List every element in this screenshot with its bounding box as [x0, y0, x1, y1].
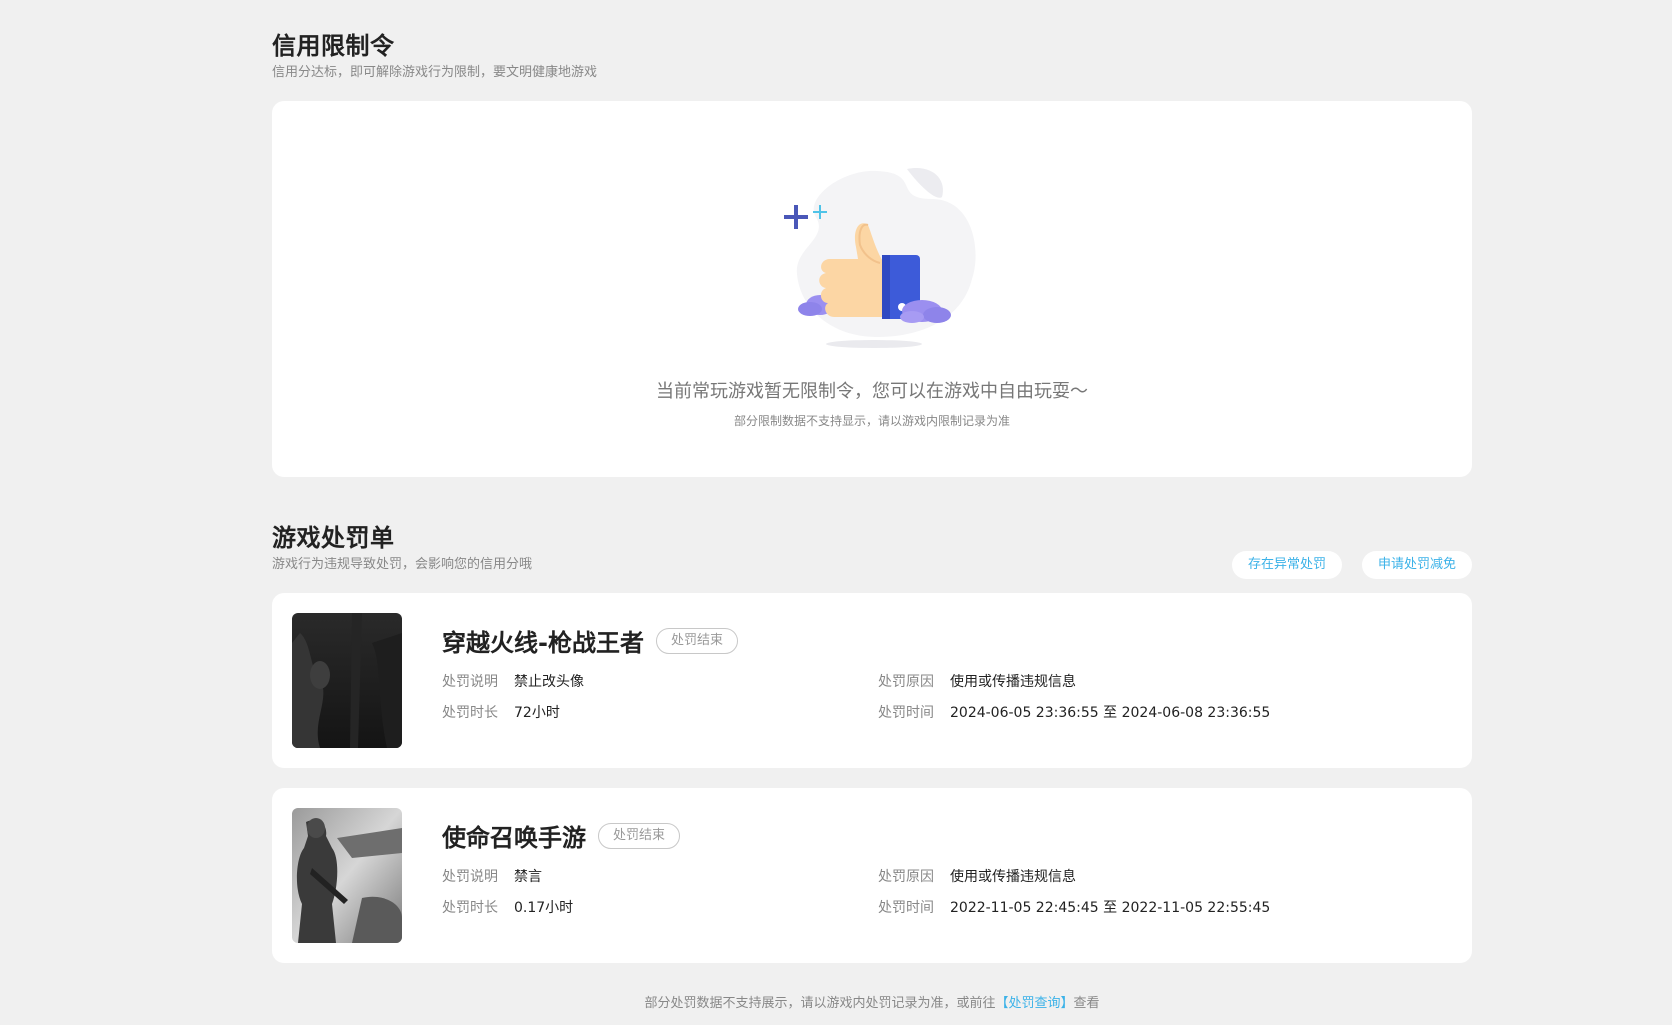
penalty-reason-row: 处罚原因 使用或传播违规信息	[878, 672, 1076, 692]
penalty-card[interactable]: 使命召唤手游 处罚结束 处罚说明 禁言 处罚时长 0.17小时 处罚原因 使用或传播违规…	[272, 788, 1472, 963]
empty-state-note: 部分限制数据不支持显示，请以游戏内限制记录为准	[733, 414, 1010, 428]
penalty-time-row: 处罚时间 2022-11-05 22:45:45 至 2022-11-05 22:…	[878, 898, 1270, 918]
penalty-duration-label: 处罚时长	[442, 900, 498, 916]
penalty-reason-value: 使用或传播违规信息	[950, 869, 1076, 885]
penalty-reason-value: 使用或传播违规信息	[950, 674, 1076, 690]
game-name-row: 穿越火线-枪战王者 处罚结束	[442, 627, 738, 659]
credit-limit-title: 信用限制令	[272, 32, 395, 60]
penalty-time-label: 处罚时间	[878, 705, 934, 721]
penalty-desc-label: 处罚说明	[442, 869, 498, 885]
status-badge: 处罚结束	[598, 823, 681, 849]
penalty-duration-row: 处罚时长 0.17小时	[442, 898, 573, 918]
game-name-row: 使命召唤手游 处罚结束	[442, 822, 681, 854]
penalty-time-end: 2024-06-08 23:36:55	[1121, 705, 1271, 721]
game-thumbnail	[292, 808, 402, 943]
penalty-desc-value: 禁止改头像	[514, 674, 584, 690]
abnormal-penalty-button[interactable]: 存在异常处罚	[1232, 551, 1342, 579]
penalty-duration-value: 72小时	[514, 705, 560, 721]
game-name: 穿越火线-枪战王者	[442, 629, 644, 657]
penalty-desc-label: 处罚说明	[442, 674, 498, 690]
penalty-duration-label: 处罚时长	[442, 705, 498, 721]
footer-text-before: 部分处罚数据不支持展示，请以游戏内处罚记录为准，或前往	[644, 996, 996, 1011]
credit-limit-header: 信用限制令 信用分达标，即可解除游戏行为限制，要文明健康地游戏	[272, 30, 597, 82]
credit-limit-subtitle: 信用分达标，即可解除游戏行为限制，要文明健康地游戏	[272, 65, 598, 80]
penalty-query-link[interactable]: 【处罚查询】	[995, 996, 1073, 1011]
penalties-header: 游戏处罚单 游戏行为违规导致处罚，会影响您的信用分哦	[272, 522, 532, 574]
penalties-subtitle: 游戏行为违规导致处罚，会影响您的信用分哦	[272, 557, 533, 572]
penalty-reason-row: 处罚原因 使用或传播违规信息	[878, 867, 1076, 887]
penalty-time-label: 处罚时间	[878, 900, 934, 916]
penalty-reason-label: 处罚原因	[878, 674, 934, 690]
penalty-time-to: 至	[1103, 900, 1118, 916]
penalty-desc-row: 处罚说明 禁言	[442, 867, 542, 887]
credit-limit-empty-card: 当前常玩游戏暂无限制令，您可以在游戏中自由玩耍～ 部分限制数据不支持显示，请以游…	[272, 101, 1472, 477]
footer-text-after: 查看	[1073, 996, 1100, 1011]
footer-note: 部分处罚数据不支持展示，请以游戏内处罚记录为准，或前往【处罚查询】查看	[272, 994, 1472, 1014]
penalty-time-start: 2022-11-05 22:45:45	[950, 900, 1099, 916]
penalty-card[interactable]: 穿越火线-枪战王者 处罚结束 处罚说明 禁止改头像 处罚时长 72小时 处罚原因 使用或…	[272, 593, 1472, 768]
penalty-time-to: 至	[1103, 705, 1118, 721]
penalty-time-start: 2024-06-05 23:36:55	[950, 705, 1099, 721]
penalty-desc-row: 处罚说明 禁止改头像	[442, 672, 584, 692]
penalty-time-end: 2022-11-05 22:55:45	[1121, 900, 1271, 916]
penalty-duration-row: 处罚时长 72小时	[442, 703, 560, 723]
penalties-title: 游戏处罚单	[272, 524, 395, 552]
thumbs-up-illustration	[772, 159, 982, 349]
appeal-reduction-button[interactable]: 申请处罚减免	[1362, 551, 1472, 579]
penalty-time-row: 处罚时间 2024-06-05 23:36:55 至 2024-06-08 23:…	[878, 703, 1270, 723]
penalty-duration-value: 0.17小时	[514, 900, 574, 916]
penalty-reason-label: 处罚原因	[878, 869, 934, 885]
empty-state-message: 当前常玩游戏暂无限制令，您可以在游戏中自由玩耍～	[656, 381, 1088, 402]
status-badge: 处罚结束	[655, 628, 738, 654]
penalty-desc-value: 禁言	[514, 869, 542, 885]
game-thumbnail	[292, 613, 402, 748]
game-name: 使命召唤手游	[442, 824, 586, 852]
